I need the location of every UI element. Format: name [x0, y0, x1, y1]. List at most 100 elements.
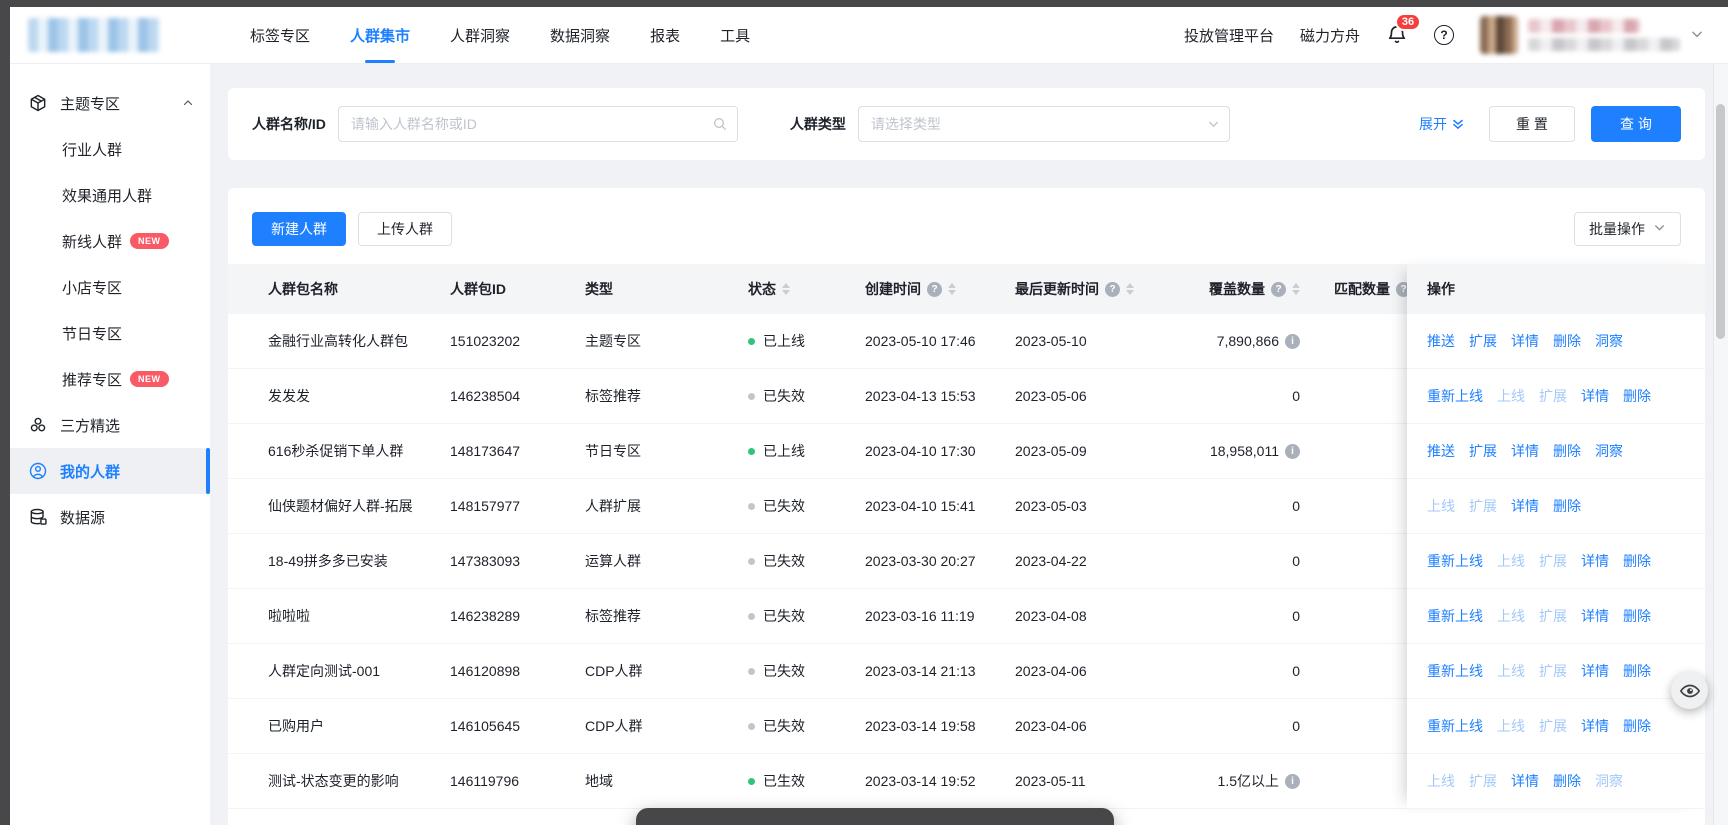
sidebar-item-new-line-audience[interactable]: 新线人群 NEW — [10, 218, 210, 264]
cell-status: 已失效 — [748, 386, 865, 406]
cell-updated-time: 2023-04-22 — [1015, 553, 1087, 569]
action-link[interactable]: 详情 — [1511, 771, 1539, 791]
action-link: 上线 — [1427, 773, 1455, 789]
action-link[interactable]: 重新上线 — [1427, 661, 1483, 681]
action-link[interactable]: 详情 — [1581, 716, 1609, 736]
query-button[interactable]: 查 询 — [1591, 106, 1681, 142]
action-link[interactable]: 洞察 — [1595, 331, 1623, 351]
reset-button[interactable]: 重 置 — [1489, 106, 1575, 142]
floating-eye-button[interactable] — [1671, 672, 1708, 709]
action-link[interactable]: 删除 — [1553, 771, 1581, 791]
help-icon[interactable]: ? — [1271, 281, 1286, 297]
sort-icon[interactable] — [948, 283, 956, 295]
sidebar-item-theme-zone[interactable]: 主题专区 — [10, 80, 210, 126]
top-nav-item-audience-insight[interactable]: 人群洞察 — [450, 7, 510, 63]
action-link: 扩展 — [1469, 773, 1497, 789]
status-text: 已失效 — [763, 498, 805, 514]
eye-icon — [1679, 684, 1700, 697]
notification-count-badge: 36 — [1395, 13, 1421, 31]
action-link[interactable]: 重新上线 — [1427, 716, 1483, 736]
help-icon[interactable]: ? — [1105, 281, 1120, 297]
action-link[interactable]: 详情 — [1581, 551, 1609, 571]
action-link[interactable]: 推送 — [1427, 331, 1455, 351]
help-icon[interactable]: ? — [1434, 25, 1454, 45]
top-nav-item-audience-market[interactable]: 人群集市 — [350, 7, 410, 63]
chevron-up-icon[interactable] — [182, 97, 194, 109]
column-header-6[interactable]: 最后更新时间? — [1015, 279, 1187, 299]
action-link[interactable]: 扩展 — [1469, 441, 1497, 461]
sort-icon[interactable] — [1292, 283, 1300, 295]
sidebar-item-effect-general-audience[interactable]: 效果通用人群 — [10, 172, 210, 218]
link-ad-platform[interactable]: 投放管理平台 — [1184, 25, 1274, 46]
action-link[interactable]: 详情 — [1581, 661, 1609, 681]
info-icon[interactable]: i — [1285, 443, 1300, 459]
action-link[interactable]: 重新上线 — [1427, 386, 1483, 406]
cell-coverage: 0 — [1187, 388, 1300, 404]
info-icon[interactable]: i — [1285, 773, 1300, 789]
action-row: 重新上线 上线 扩展 详情 删除 — [1407, 534, 1705, 589]
sidebar-item-recommend-zone[interactable]: 推荐专区 NEW — [10, 356, 210, 402]
info-icon[interactable]: i — [1285, 333, 1300, 349]
action-link[interactable]: 删除 — [1623, 606, 1651, 626]
column-label: 匹配数量 — [1334, 281, 1390, 297]
cell-type: CDP人群 — [585, 663, 643, 679]
action-link[interactable]: 扩展 — [1469, 331, 1497, 351]
action-link[interactable]: 删除 — [1553, 441, 1581, 461]
sidebar-item-festival-zone[interactable]: 节日专区 — [10, 310, 210, 356]
sidebar-item-small-shop-zone[interactable]: 小店专区 — [10, 264, 210, 310]
notification-bell-icon[interactable]: 36 — [1386, 13, 1421, 46]
action-link[interactable]: 详情 — [1511, 496, 1539, 516]
top-nav-item-tools[interactable]: 工具 — [720, 7, 750, 63]
action-link[interactable]: 详情 — [1511, 331, 1539, 351]
action-link[interactable]: 洞察 — [1595, 441, 1623, 461]
top-nav-item-reports[interactable]: 报表 — [650, 7, 680, 63]
status-text: 已失效 — [763, 663, 805, 679]
cell-coverage: 0 — [1187, 553, 1300, 569]
column-header-5[interactable]: 创建时间? — [865, 279, 1015, 299]
action-link[interactable]: 推送 — [1427, 441, 1455, 461]
sidebar-item-my-audience[interactable]: 我的人群 — [10, 448, 210, 494]
column-header-7[interactable]: 覆盖数量? — [1187, 279, 1300, 299]
status-text: 已失效 — [763, 608, 805, 624]
cell-audience-name: 仙侠题材偏好人群-拓展 — [268, 498, 413, 514]
top-bar-right: 投放管理平台 磁力方舟 36 ? — [1184, 13, 1704, 54]
coverage-value: 0 — [1292, 498, 1300, 514]
top-nav-item-data-insight[interactable]: 数据洞察 — [550, 7, 610, 63]
cell-coverage: 1.5亿以上 i — [1187, 771, 1300, 791]
action-link[interactable]: 删除 — [1623, 661, 1651, 681]
action-link[interactable]: 详情 — [1511, 441, 1539, 461]
user-menu[interactable] — [1480, 16, 1704, 54]
cell-status: 已上线 — [748, 331, 865, 351]
main-content: 人群名称/ID 人群类型 展开 — [210, 64, 1728, 825]
column-header-4[interactable]: 状态 — [748, 279, 865, 299]
action-row: 推送 扩展 详情 删除 洞察 — [1407, 314, 1705, 369]
action-link[interactable]: 删除 — [1553, 496, 1581, 516]
username-redacted — [1528, 19, 1680, 51]
sort-icon[interactable] — [782, 283, 790, 295]
sidebar-item-data-source[interactable]: 数据源 — [10, 494, 210, 540]
link-magnetic-ark[interactable]: 磁力方舟 — [1300, 25, 1360, 46]
action-link[interactable]: 重新上线 — [1427, 606, 1483, 626]
create-audience-button[interactable]: 新建人群 — [252, 212, 346, 246]
action-link[interactable]: 删除 — [1553, 331, 1581, 351]
action-link[interactable]: 删除 — [1623, 716, 1651, 736]
audience-type-select[interactable] — [857, 106, 1230, 142]
action-link[interactable]: 重新上线 — [1427, 551, 1483, 571]
status-dot-icon — [748, 722, 755, 730]
action-link[interactable]: 删除 — [1623, 551, 1651, 571]
help-icon[interactable]: ? — [927, 281, 942, 297]
sidebar-item-industry-audience[interactable]: 行业人群 — [10, 126, 210, 172]
top-nav-item-tag-zone[interactable]: 标签专区 — [250, 7, 310, 63]
action-link: 扩展 — [1539, 553, 1567, 569]
batch-actions-dropdown[interactable]: 批量操作 — [1574, 212, 1681, 246]
action-link[interactable]: 删除 — [1623, 386, 1651, 406]
scrollbar-thumb[interactable] — [1716, 104, 1725, 339]
expand-filters-link[interactable]: 展开 — [1419, 114, 1465, 134]
sidebar-item-third-party-selection[interactable]: 三方精选 — [10, 402, 210, 448]
scrollbar-track[interactable] — [1713, 64, 1728, 825]
audience-name-input[interactable] — [337, 106, 738, 142]
sort-icon[interactable] — [1126, 283, 1134, 295]
action-link[interactable]: 详情 — [1581, 606, 1609, 626]
action-link[interactable]: 详情 — [1581, 386, 1609, 406]
upload-audience-button[interactable]: 上传人群 — [358, 212, 452, 246]
